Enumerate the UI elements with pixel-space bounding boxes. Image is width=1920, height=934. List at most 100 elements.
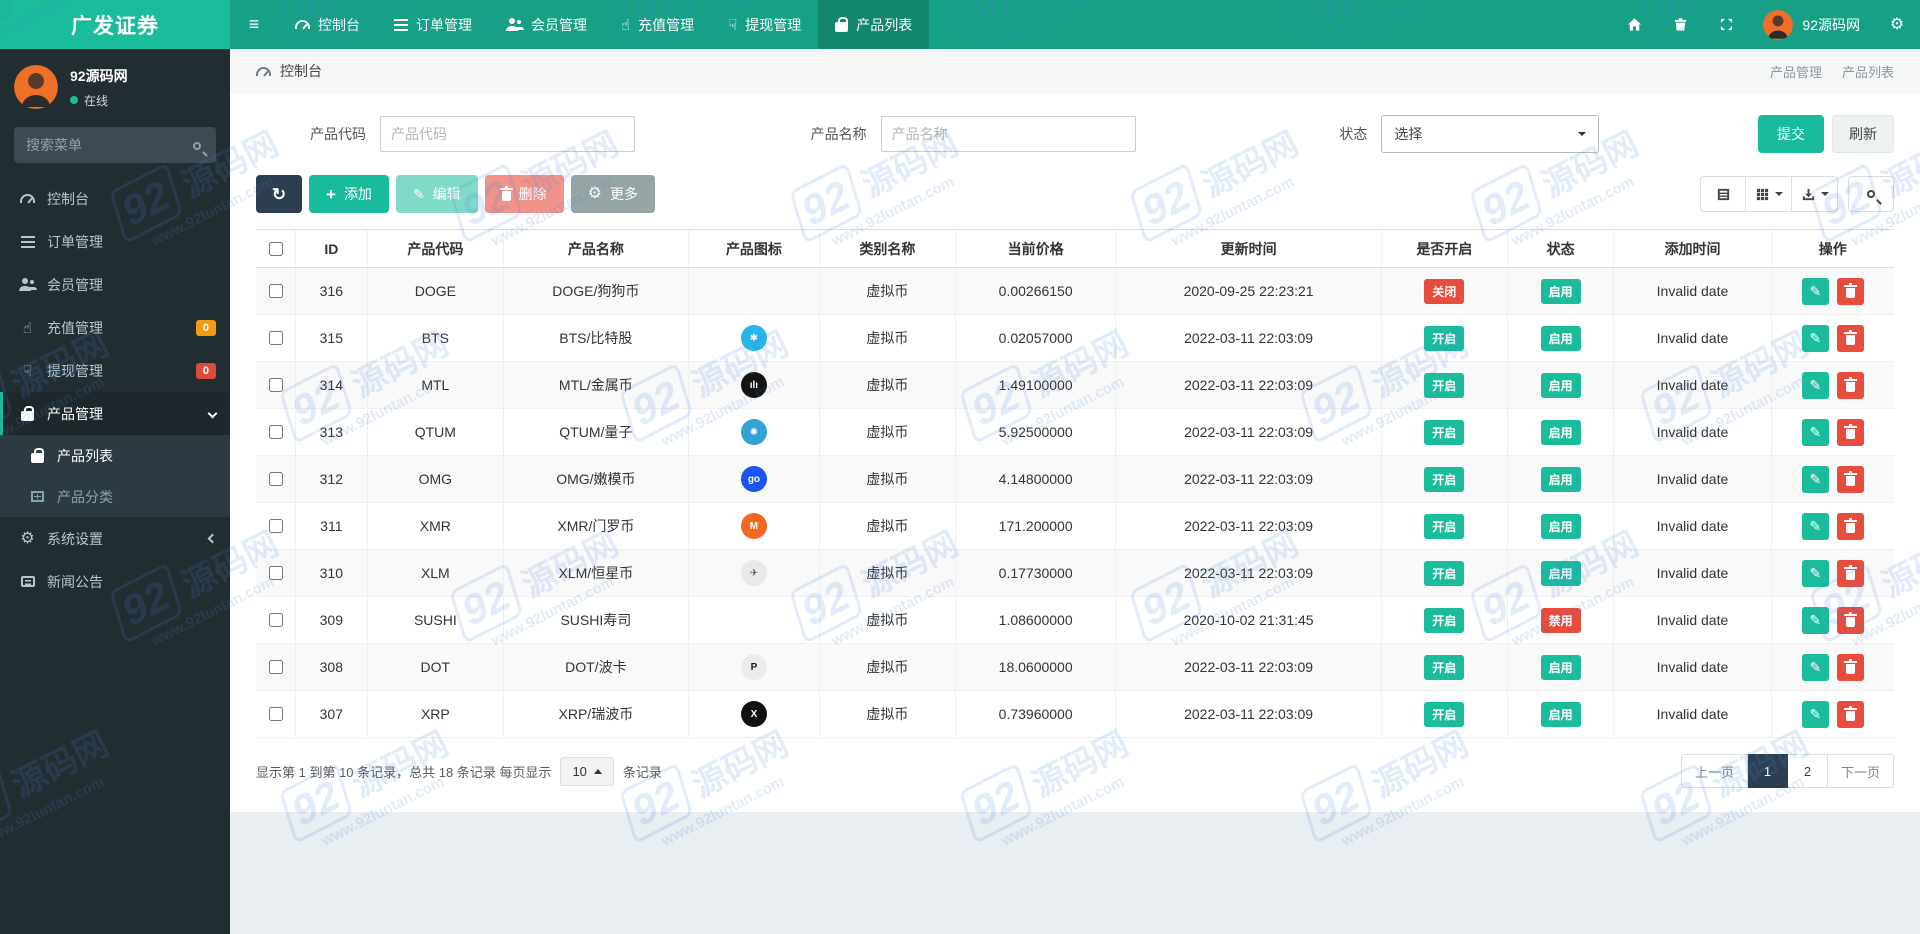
open-badge[interactable]: 开启: [1424, 372, 1465, 398]
refresh-button[interactable]: 刷新: [1832, 115, 1895, 153]
nav-item-dashboard[interactable]: 控制台: [278, 0, 377, 49]
sidebar-search-button[interactable]: [187, 137, 207, 154]
edit-row-button[interactable]: [1801, 606, 1829, 634]
breadcrumb-item[interactable]: 产品列表: [1842, 62, 1894, 81]
row-checkbox[interactable]: [268, 284, 283, 298]
sidebar-item-orders[interactable]: 订单管理: [0, 220, 230, 263]
edit-row-button[interactable]: [1801, 465, 1829, 493]
breadcrumb-item[interactable]: 产品管理: [1770, 62, 1822, 81]
row-checkbox[interactable]: [268, 660, 283, 674]
sidebar-item-withdraw[interactable]: 提现管理 0: [0, 349, 230, 392]
sidebar-item-members[interactable]: 会员管理: [0, 263, 230, 306]
product-code-input[interactable]: [380, 116, 635, 152]
page-size-select[interactable]: 10: [560, 756, 614, 786]
open-badge[interactable]: 开启: [1424, 654, 1465, 680]
row-checkbox[interactable]: [268, 613, 283, 627]
open-badge[interactable]: 开启: [1424, 513, 1465, 539]
clear-cache-button[interactable]: [1657, 0, 1703, 49]
sidebar-item-product-list[interactable]: 产品列表: [0, 435, 230, 476]
status-badge[interactable]: 启用: [1540, 654, 1581, 680]
edit-row-button[interactable]: [1801, 371, 1829, 399]
row-checkbox[interactable]: [268, 472, 283, 486]
home-button[interactable]: [1611, 0, 1657, 49]
status-badge[interactable]: 禁用: [1540, 607, 1581, 633]
status-badge[interactable]: 启用: [1540, 560, 1581, 586]
row-checkbox[interactable]: [268, 378, 283, 392]
product-name-input[interactable]: [880, 116, 1136, 152]
delete-row-button[interactable]: [1836, 559, 1864, 587]
nav-item-recharge[interactable]: 充值管理: [604, 0, 711, 49]
delete-row-button[interactable]: [1836, 371, 1864, 399]
row-checkbox[interactable]: [268, 566, 283, 580]
delete-row-button[interactable]: [1836, 418, 1864, 446]
sidebar-item-product-category[interactable]: 产品分类: [0, 476, 230, 517]
nav-item-withdraw[interactable]: 提现管理: [711, 0, 818, 49]
edit-row-button[interactable]: [1801, 418, 1829, 446]
open-badge[interactable]: 开启: [1424, 607, 1465, 633]
columns-button[interactable]: [1746, 176, 1792, 212]
refresh-table-button[interactable]: [256, 175, 302, 213]
delete-row-button[interactable]: [1836, 512, 1864, 540]
prev-page-button[interactable]: 上一页: [1680, 754, 1748, 788]
nav-item-products[interactable]: 产品列表: [818, 0, 930, 49]
delete-row-button[interactable]: [1836, 606, 1864, 634]
cell-open: 关闭: [1380, 267, 1508, 315]
page-button-1[interactable]: 1: [1747, 754, 1788, 788]
delete-row-button[interactable]: [1836, 653, 1864, 681]
product-submenu: 产品列表 产品分类: [0, 435, 230, 517]
sidebar-toggle-button[interactable]: ≡: [230, 0, 278, 49]
status-select[interactable]: 选择: [1381, 115, 1600, 153]
page-button-2[interactable]: 2: [1787, 754, 1828, 788]
detail-view-button[interactable]: [1700, 176, 1746, 212]
edit-row-button[interactable]: [1801, 512, 1829, 540]
edit-row-button[interactable]: [1801, 700, 1829, 728]
status-badge[interactable]: 启用: [1540, 325, 1581, 351]
online-status-dot: [70, 96, 78, 104]
open-badge[interactable]: 开启: [1424, 560, 1465, 586]
fullscreen-button[interactable]: [1703, 0, 1749, 49]
row-checkbox[interactable]: [268, 519, 283, 533]
status-badge[interactable]: 启用: [1540, 701, 1581, 727]
user-menu[interactable]: 92源码网: [1749, 0, 1874, 49]
sidebar-item-recharge[interactable]: 充值管理 0: [0, 306, 230, 349]
delete-row-button[interactable]: [1836, 700, 1864, 728]
edit-button[interactable]: 编辑: [395, 175, 478, 213]
edit-row-button[interactable]: [1801, 277, 1829, 305]
more-button[interactable]: 更多: [570, 175, 656, 213]
sidebar-item-product-management[interactable]: 产品管理: [0, 392, 230, 435]
open-badge[interactable]: 开启: [1424, 466, 1465, 492]
sidebar-item-news[interactable]: 新闻公告: [0, 560, 230, 603]
sidebar-item-dashboard[interactable]: 控制台: [0, 177, 230, 220]
delete-row-button[interactable]: [1836, 277, 1864, 305]
status-badge[interactable]: 启用: [1540, 278, 1581, 304]
open-badge[interactable]: 关闭: [1424, 278, 1465, 304]
open-badge[interactable]: 开启: [1424, 701, 1465, 727]
table-row: 307 XRP XRP/瑞波币 X 虚拟币 0.73960000 2022-03…: [256, 690, 1894, 738]
nav-item-members[interactable]: 会员管理: [489, 0, 604, 49]
edit-row-button[interactable]: [1801, 559, 1829, 587]
select-all-checkbox[interactable]: [268, 241, 283, 256]
row-checkbox[interactable]: [268, 707, 283, 721]
control-sidebar-button[interactable]: [1874, 0, 1920, 49]
open-badge[interactable]: 开启: [1424, 419, 1465, 445]
delete-row-button[interactable]: [1836, 465, 1864, 493]
status-badge[interactable]: 启用: [1540, 419, 1581, 445]
add-button[interactable]: 添加: [309, 175, 389, 213]
export-button[interactable]: [1792, 176, 1838, 212]
delete-row-button[interactable]: [1836, 324, 1864, 352]
delete-button[interactable]: 删除: [484, 175, 564, 213]
sidebar-search-input[interactable]: [14, 127, 216, 163]
sidebar-item-system-settings[interactable]: 系统设置: [0, 517, 230, 560]
search-toggle-button[interactable]: [1848, 176, 1894, 212]
edit-row-button[interactable]: [1801, 324, 1829, 352]
next-page-button[interactable]: 下一页: [1827, 754, 1894, 788]
row-checkbox[interactable]: [268, 331, 283, 345]
status-badge[interactable]: 启用: [1540, 513, 1581, 539]
open-badge[interactable]: 开启: [1424, 325, 1465, 351]
edit-row-button[interactable]: [1801, 653, 1829, 681]
submit-button[interactable]: 提交: [1758, 115, 1825, 153]
nav-item-orders[interactable]: 订单管理: [377, 0, 489, 49]
row-checkbox[interactable]: [268, 425, 283, 439]
status-badge[interactable]: 启用: [1540, 372, 1581, 398]
status-badge[interactable]: 启用: [1540, 466, 1581, 492]
